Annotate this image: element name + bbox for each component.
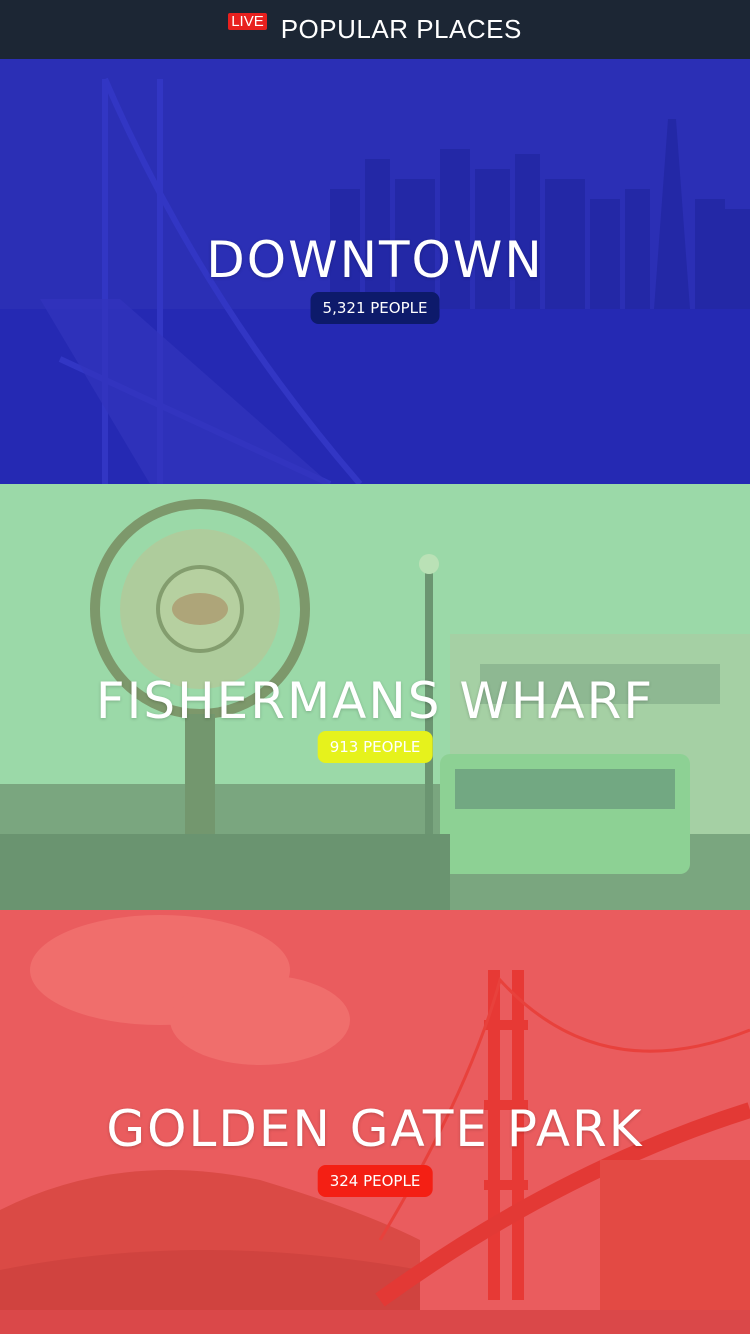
header-bar: LIVE POPULAR PLACES (0, 0, 750, 59)
place-card-downtown[interactable]: DOWNTOWN 5,321 PEOPLE (0, 59, 750, 484)
live-badge: LIVE (228, 13, 267, 30)
people-count-badge: 5,321 PEOPLE (310, 292, 440, 324)
place-title: DOWNTOWN (206, 231, 544, 289)
page-title: POPULAR PLACES (280, 14, 522, 44)
people-count-badge: 913 PEOPLE (317, 731, 433, 763)
people-count-badge: 324 PEOPLE (317, 1165, 433, 1197)
place-title: GOLDEN GATE PARK (106, 1100, 644, 1158)
place-card-fishermans-wharf[interactable]: FISHERMANS WHARF 913 PEOPLE (0, 484, 750, 910)
place-title: FISHERMANS WHARF (95, 672, 655, 730)
place-card-golden-gate-park[interactable]: GOLDEN GATE PARK 324 PEOPLE (0, 910, 750, 1334)
